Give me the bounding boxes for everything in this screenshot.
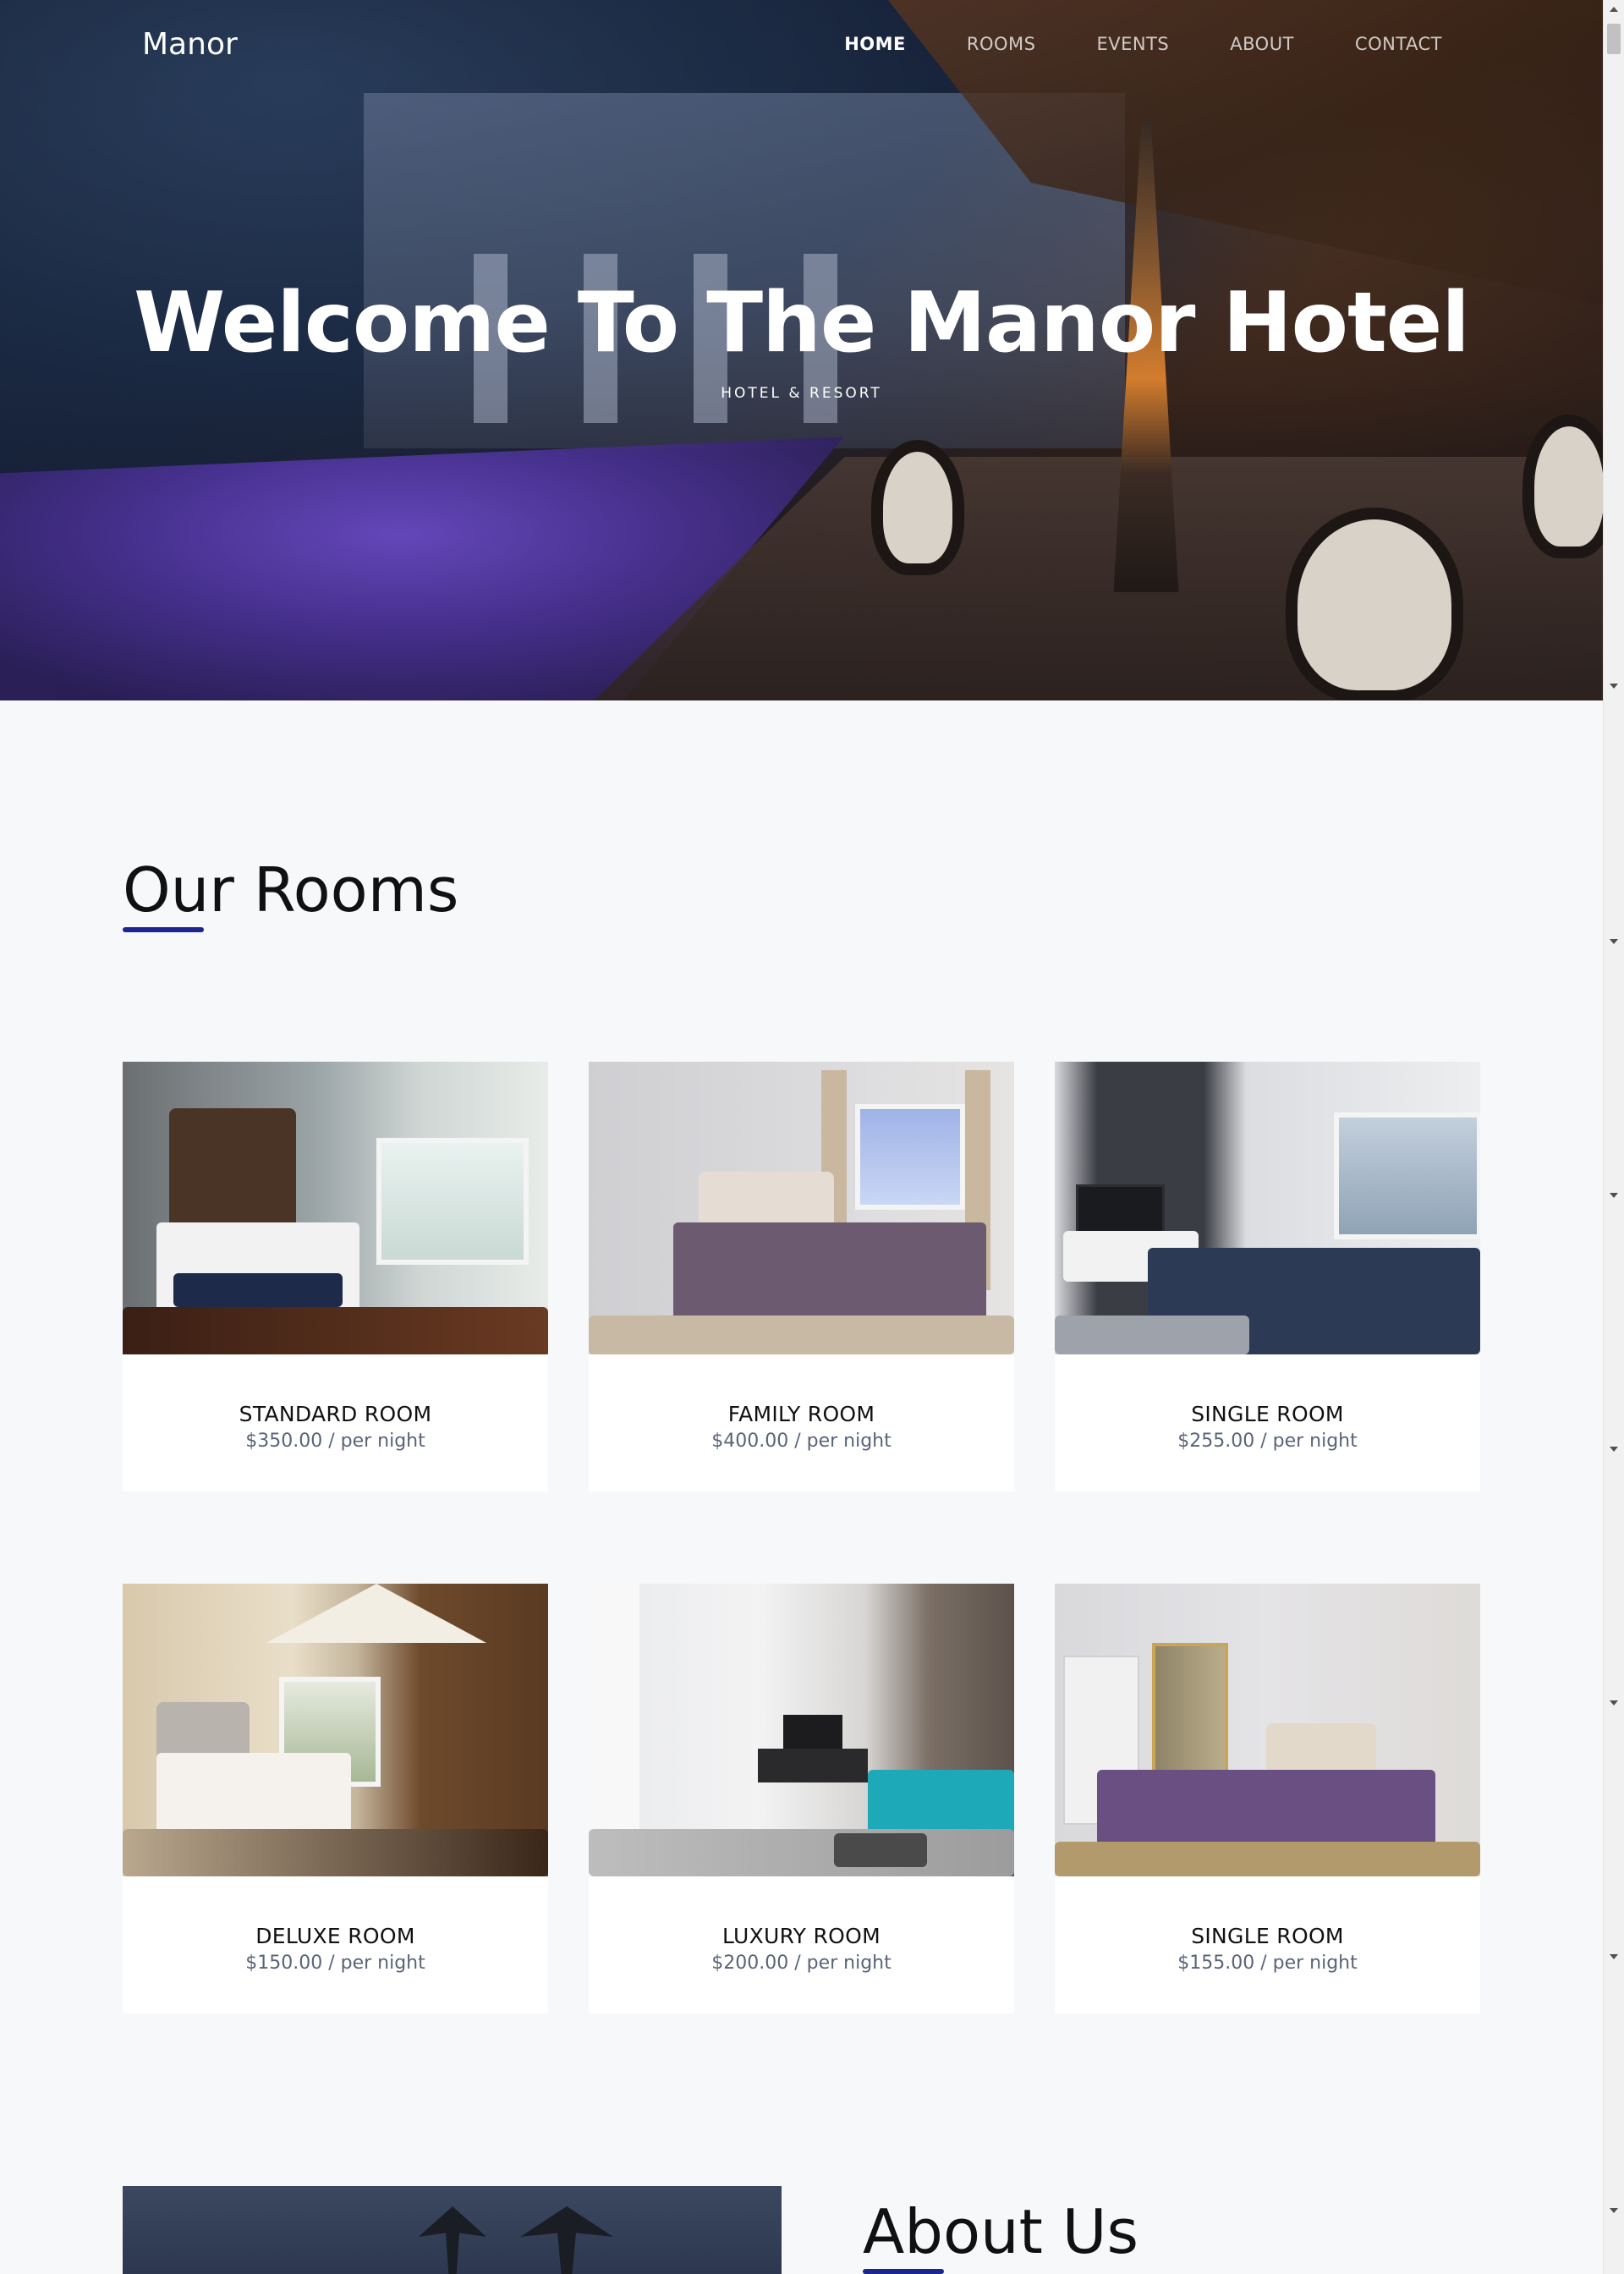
nav-contact[interactable]: CONTACT bbox=[1355, 34, 1442, 54]
scroll-down-arrow-icon bbox=[1610, 1193, 1618, 1198]
room-price: $350.00 / per night bbox=[245, 1431, 425, 1452]
room-image[interactable] bbox=[123, 1584, 548, 1876]
room-name: SINGLE ROOM bbox=[1191, 1402, 1344, 1426]
palm-tree-icon bbox=[520, 2206, 613, 2274]
hero-banner: Manor HOME ROOMS EVENTS ABOUT CONTACT We… bbox=[0, 0, 1603, 700]
room-name: LUXURY ROOM bbox=[722, 1924, 881, 1948]
hero-chair bbox=[871, 440, 964, 575]
room-image[interactable] bbox=[123, 1062, 548, 1354]
room-name: STANDARD ROOM bbox=[239, 1402, 432, 1426]
room-name: SINGLE ROOM bbox=[1191, 1924, 1344, 1948]
room-card[interactable]: SINGLE ROOM $155.00 / per night bbox=[1055, 1584, 1480, 2013]
hero-chair bbox=[1522, 415, 1603, 558]
site-logo[interactable]: Manor bbox=[142, 27, 238, 62]
room-name: DELUXE ROOM bbox=[255, 1924, 415, 1948]
scroll-down-arrow-icon[interactable] bbox=[1610, 684, 1618, 689]
room-card[interactable]: SINGLE ROOM $255.00 / per night bbox=[1055, 1062, 1480, 1491]
room-card[interactable]: DELUXE ROOM $150.00 / per night bbox=[123, 1584, 548, 2013]
room-card[interactable]: LUXURY ROOM $200.00 / per night bbox=[589, 1584, 1014, 2013]
room-image[interactable] bbox=[589, 1062, 1014, 1354]
room-image[interactable] bbox=[589, 1584, 1014, 1876]
room-price: $255.00 / per night bbox=[1177, 1431, 1358, 1452]
room-price: $150.00 / per night bbox=[245, 1953, 425, 1974]
room-card[interactable]: FAMILY ROOM $400.00 / per night bbox=[589, 1062, 1014, 1491]
room-price: $155.00 / per night bbox=[1177, 1953, 1358, 1974]
hero-title: Welcome To The Manor Hotel bbox=[134, 275, 1470, 371]
hero-chair bbox=[1286, 508, 1463, 700]
about-section-title: About Us bbox=[863, 2196, 1138, 2267]
rooms-title-underline bbox=[123, 927, 204, 932]
nav-rooms[interactable]: ROOMS bbox=[967, 34, 1036, 54]
room-name: FAMILY ROOM bbox=[727, 1402, 875, 1426]
scroll-thumb[interactable] bbox=[1607, 24, 1621, 54]
scroll-down-arrow-icon bbox=[1610, 1447, 1618, 1452]
room-image[interactable] bbox=[1055, 1584, 1480, 1876]
about-image bbox=[123, 2186, 782, 2274]
rooms-section-title: Our Rooms bbox=[123, 854, 459, 926]
room-price: $400.00 / per night bbox=[711, 1431, 892, 1452]
nav-events[interactable]: EVENTS bbox=[1096, 34, 1169, 54]
hero-subtitle: HOTEL & RESORT bbox=[721, 385, 882, 402]
palm-tree-icon bbox=[419, 2206, 486, 2274]
scroll-down-arrow-icon bbox=[1610, 1954, 1618, 1959]
room-price: $200.00 / per night bbox=[711, 1953, 892, 1974]
scroll-up-arrow-icon[interactable] bbox=[1610, 7, 1618, 12]
room-card[interactable]: STANDARD ROOM $350.00 / per night bbox=[123, 1062, 548, 1491]
scroll-down-arrow-icon bbox=[1610, 1700, 1618, 1706]
room-image[interactable] bbox=[1055, 1062, 1480, 1354]
scroll-down-arrow-icon bbox=[1610, 2208, 1618, 2213]
about-title-underline bbox=[863, 2269, 944, 2274]
scroll-down-arrow-icon bbox=[1610, 939, 1618, 944]
page-scrollbar[interactable] bbox=[1603, 0, 1624, 2274]
nav-about[interactable]: ABOUT bbox=[1230, 34, 1294, 54]
nav-home[interactable]: HOME bbox=[844, 34, 906, 54]
main-nav: HOME ROOMS EVENTS ABOUT CONTACT bbox=[844, 34, 1442, 54]
